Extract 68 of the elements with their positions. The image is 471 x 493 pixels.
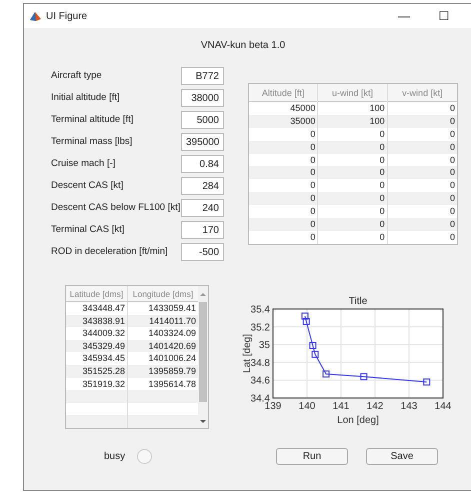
field-label: Terminal CAS [kt] — [51, 222, 124, 237]
point — [309, 342, 316, 349]
input-field[interactable]: 240 — [181, 199, 224, 217]
table-cell-text: 0 — [448, 102, 456, 115]
y-tick-label: 34.6 — [250, 376, 270, 387]
y-tick-label: 34.8 — [250, 358, 270, 369]
table-cell-text: 0 — [448, 230, 456, 244]
minimize-button[interactable]: — — [396, 10, 412, 22]
input-field[interactable]: B772 — [181, 67, 224, 85]
x-tick-label: 143 — [400, 401, 418, 412]
table-cell: 0 — [249, 230, 318, 244]
table-cell-text: 1403324.09 — [147, 327, 197, 340]
input-field[interactable]: 395000 — [181, 133, 224, 151]
field-label: Terminal mass [lbs] — [51, 134, 132, 149]
field-label: Cruise mach [-] — [51, 156, 116, 171]
point — [322, 370, 330, 378]
run-button[interactable]: Run — [276, 448, 348, 465]
table-cell: 0 — [318, 230, 388, 244]
point — [360, 373, 368, 380]
table-cell-text: 0 — [448, 179, 456, 192]
point — [301, 312, 308, 320]
point — [302, 318, 310, 325]
table-cell-text: 1401006.24 — [147, 352, 197, 365]
scrollbar-thumb[interactable] — [199, 302, 207, 402]
x-tick-label: 144 — [434, 401, 452, 412]
field-label: Terminal altitude [ft] — [51, 112, 134, 127]
y-tick-label: 35 — [258, 340, 270, 352]
x-tick-label: 141 — [332, 401, 350, 412]
save-button[interactable]: Save — [366, 448, 438, 465]
input-field[interactable]: 5000 — [181, 111, 224, 129]
table-cell-text: 0 — [448, 114, 456, 128]
table-cell-text: 0 — [448, 140, 456, 154]
table-cell-text: 0 — [448, 192, 456, 206]
x-axis-label: Lon [deg] — [337, 415, 379, 426]
y-tick-label: 35.2 — [250, 322, 270, 334]
chart-title: Title — [348, 296, 368, 307]
app-header: VNAV-kun beta 1.0 — [200, 39, 286, 53]
table-cell-text: 0 — [448, 218, 456, 231]
field-label: Initial altitude [ft] — [51, 90, 120, 105]
table-cell-text: 0 — [448, 154, 456, 166]
table-cell-text: 1395614.78 — [147, 378, 197, 390]
input-field[interactable]: -500 — [181, 243, 224, 261]
x-tick-label: 142 — [366, 401, 384, 412]
window-title: UI Figure — [46, 10, 88, 24]
maximize-button[interactable]: ☐ — [436, 10, 452, 22]
table-cell-text: 1414011.70 — [148, 314, 197, 328]
x-tick-label: 139 — [264, 401, 282, 412]
y-tick-label: 35.4 — [250, 304, 270, 316]
table-cell-text: 1401420.69 — [147, 340, 197, 352]
input-field[interactable]: 0.84 — [181, 155, 224, 173]
field-label: ROD in deceleration [ft/min] — [51, 244, 168, 259]
x-tick-label: 140 — [298, 401, 316, 412]
input-field[interactable]: 170 — [181, 221, 224, 239]
input-field[interactable]: 284 — [181, 177, 224, 195]
table-cell-text: 0 — [448, 205, 456, 218]
field-label: Descent CAS [kt] — [51, 178, 124, 193]
app-logo-icon — [30, 10, 41, 22]
input-field[interactable]: 38000 — [181, 89, 224, 107]
point — [423, 378, 430, 386]
field-label: Descent CAS below FL100 [kt] — [51, 200, 180, 215]
table-cell-text: 1395859.79 — [147, 364, 197, 378]
table-cell-text: 1433059.41 — [147, 302, 197, 315]
scrollbar[interactable] — [198, 286, 208, 428]
point — [312, 350, 319, 358]
table-cell-text: 0 — [448, 166, 456, 180]
table-cell-text: 0 — [448, 128, 456, 141]
busy-label: busy — [104, 450, 126, 464]
field-label: Aircraft type — [51, 68, 102, 83]
